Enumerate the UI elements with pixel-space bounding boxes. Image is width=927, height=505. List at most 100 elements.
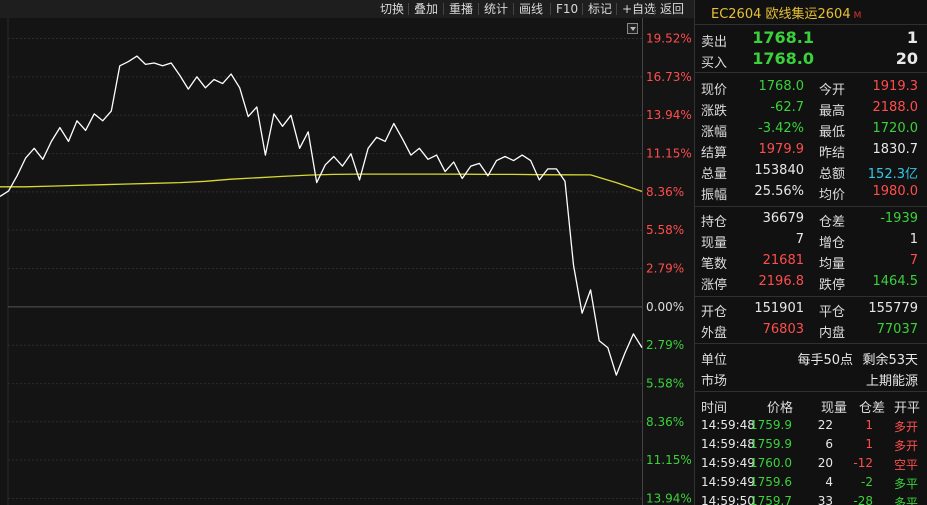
buy-volume: 20 — [895, 49, 918, 68]
trade-type: 多平 — [894, 496, 919, 505]
y-axis-tick-label: 13.94% — [646, 108, 692, 122]
quote-value: 1 — [909, 232, 918, 247]
quote-label: 涨停 — [701, 278, 728, 293]
trade-vol: 33 — [817, 494, 833, 505]
trade-diff: -28 — [853, 494, 873, 505]
quote-label: 内盘 — [819, 326, 846, 341]
toolbar-separator — [478, 3, 479, 15]
sell-label: 卖出 — [701, 35, 728, 50]
toolbar-separator — [654, 3, 655, 15]
quote-label: 均价 — [819, 188, 846, 203]
trade-price: 1760.0 — [750, 456, 792, 470]
trade-time: 14:59:48 — [701, 418, 755, 432]
quote-value: 152.3亿 — [867, 167, 918, 182]
quote-value: -1939 — [880, 211, 918, 226]
quote-value: 25.56% — [754, 184, 804, 199]
quote-label: 均量 — [819, 257, 846, 272]
quote-label: 总额 — [819, 167, 846, 182]
trade-type: 多开 — [894, 439, 919, 453]
quote-label: 笔数 — [701, 257, 728, 272]
sell-price: 1768.1 — [752, 28, 814, 47]
quote-label: 总量 — [701, 167, 728, 182]
quote-value: 153840 — [754, 163, 804, 178]
quote-value: 155779 — [868, 301, 918, 316]
trade-type: 多开 — [894, 420, 919, 434]
unit-label: 单位 — [701, 353, 728, 368]
panel-divider — [695, 72, 927, 73]
quote-label: 最高 — [819, 104, 846, 119]
quote-value: 7 — [795, 232, 804, 247]
toolbar-separator — [443, 3, 444, 15]
trades-header: 时间 — [701, 401, 728, 416]
contract-name: EC2604 欧线集运2604 — [711, 7, 851, 22]
quote-value: 2196.8 — [758, 274, 805, 289]
toolbar-button-2[interactable]: 重播 — [445, 0, 477, 18]
trade-price: 1759.6 — [750, 475, 792, 489]
toolbar-button-3[interactable]: 统计 — [480, 0, 512, 18]
y-axis-tick-label: 2.79% — [646, 262, 684, 276]
trade-vol: 4 — [825, 475, 833, 489]
toolbar-button-0[interactable]: 切换 — [376, 0, 408, 18]
trade-price: 1759.9 — [750, 418, 792, 432]
y-axis-tick-label: 8.36% — [646, 415, 684, 429]
days-remaining: 剩余53天 — [862, 353, 918, 368]
trades-header: 开平 — [894, 401, 921, 416]
quote-label: 仓差 — [819, 215, 846, 230]
toolbar-separator — [408, 3, 409, 15]
trade-vol: 6 — [825, 437, 833, 451]
trade-vol: 22 — [817, 418, 833, 432]
quote-label: 持仓 — [701, 215, 728, 230]
trade-vol: 20 — [817, 456, 833, 470]
trade-time: 14:59:49 — [701, 475, 755, 489]
trade-type: 空平 — [894, 458, 919, 472]
quote-value: 1768.0 — [758, 79, 805, 94]
trade-price: 1759.7 — [750, 494, 792, 505]
toolbar-button-6[interactable]: 标记 — [584, 0, 616, 18]
toolbar-button-1[interactable]: 叠加 — [410, 0, 442, 18]
quote-value: -62.7 — [770, 100, 804, 115]
trade-diff: 1 — [865, 418, 873, 432]
quote-label: 涨跌 — [701, 104, 728, 119]
quote-label: 现量 — [701, 236, 728, 251]
trade-row: 14:59:48 1759.9 6 1 多开 — [695, 435, 927, 454]
panel-divider — [695, 206, 927, 207]
quote-label: 昨结 — [819, 146, 846, 161]
toolbar-button-5[interactable]: F10 — [552, 0, 582, 18]
chart-toolbar: 切换 叠加 重播 统计 画线 F10 标记 +自选 返回 — [0, 0, 694, 18]
toolbar-separator — [582, 3, 583, 15]
y-axis-tick-label: 11.15% — [646, 147, 692, 161]
trade-row: 14:59:49 1759.6 4 -2 多平 — [695, 473, 927, 492]
trade-row: 14:59:48 1759.9 22 1 多开 — [695, 416, 927, 435]
quote-value: 1830.7 — [872, 142, 919, 157]
quote-label: 今开 — [819, 83, 846, 98]
average-price-line — [0, 173, 643, 193]
quote-value: 1980.0 — [872, 184, 919, 199]
toolbar-button-8[interactable]: 返回 — [656, 0, 688, 18]
y-axis-tick-label: 5.58% — [646, 223, 684, 237]
quote-value: 77037 — [876, 322, 918, 337]
buy-price: 1768.0 — [752, 49, 814, 68]
trade-time: 14:59:50 — [701, 494, 755, 505]
trade-time: 14:59:48 — [701, 437, 755, 451]
y-axis-tick-label: 5.58% — [646, 377, 684, 391]
chart-scroll-down-button[interactable] — [627, 23, 638, 34]
trades-header: 现量 — [821, 401, 848, 416]
quote-label: 增仓 — [819, 236, 846, 251]
y-axis-tick-label: 16.73% — [646, 70, 692, 84]
quote-label: 现价 — [701, 83, 728, 98]
quote-label: 振幅 — [701, 188, 728, 203]
price-line — [0, 55, 643, 376]
quote-label: 结算 — [701, 146, 728, 161]
toolbar-button-4[interactable]: 画线 — [515, 0, 547, 18]
quote-value: 21681 — [762, 253, 804, 268]
quote-label: 跌停 — [819, 278, 846, 293]
trades-header: 价格 — [767, 401, 794, 416]
quote-value: 2188.0 — [872, 100, 919, 115]
quote-value: 1464.5 — [872, 274, 919, 289]
trade-diff: 1 — [865, 437, 873, 451]
toolbar-separator — [550, 3, 551, 15]
toolbar-separator — [616, 3, 617, 15]
quote-value: 1919.3 — [872, 79, 919, 94]
y-axis-tick-label: 8.36% — [646, 185, 684, 199]
market-label: 市场 — [701, 374, 728, 389]
